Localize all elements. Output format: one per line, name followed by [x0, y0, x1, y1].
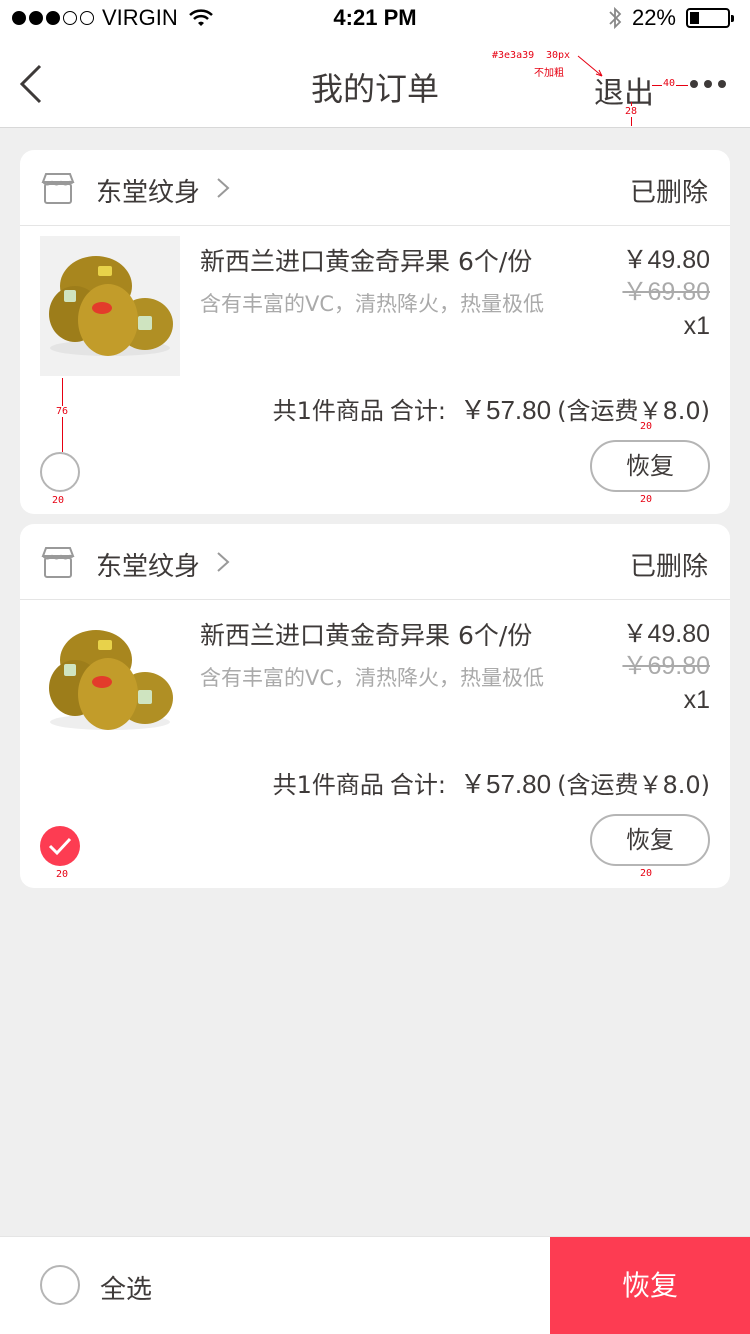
annotation-gap-20: 20 [640, 421, 653, 432]
order-status: 已删除 [629, 552, 708, 582]
annotation-gap-28: 28 [625, 106, 638, 117]
item-count: 共1件商品 [272, 397, 384, 425]
product-price: ￥49.80 [622, 246, 710, 274]
annotation-gap-20: 20 [56, 869, 69, 880]
product-description: 含有丰富的VC，清热降火，热量极低 [200, 292, 545, 316]
product-price: ￥49.80 [622, 620, 710, 648]
order-card-header[interactable]: 东堂纹身 已删除 [20, 524, 730, 600]
logout-button[interactable]: 退出 [594, 68, 654, 112]
annotation-weight: 不加粗 [534, 68, 564, 79]
product-image[interactable] [40, 610, 180, 750]
product-image[interactable] [40, 236, 180, 376]
product-quantity: x1 [683, 312, 710, 340]
restore-selected-button[interactable]: 恢复 [550, 1237, 750, 1334]
checkmark-icon [48, 837, 72, 856]
product-quantity: x1 [683, 686, 710, 714]
original-price: ￥69.80 [622, 278, 710, 306]
kiwi-image [49, 630, 173, 730]
annotation-gap-40: 40 [662, 78, 677, 89]
more-icon[interactable] [690, 80, 726, 88]
bluetooth-icon [609, 6, 622, 30]
annotation-gap-76: 76 [56, 406, 69, 417]
order-total: ￥57.80 [460, 769, 552, 799]
order-card-header[interactable]: 东堂纹身 已删除 [20, 150, 730, 226]
original-price: ￥69.80 [622, 652, 710, 680]
battery-percent: 22% [631, 5, 676, 30]
nav-bar: 我的订单 #3e3a39 30px 不加粗 退出 40 28 [0, 40, 750, 128]
item-count: 共1件商品 [272, 771, 384, 799]
product-description: 含有丰富的VC，清热降火，热量极低 [200, 666, 545, 690]
status-bar: VIRGIN 4:21 PM 22% [0, 0, 750, 40]
order-card: 东堂纹身 已删除 新西兰进口黄金奇异果 6个/份 含有丰富的VC，清热降火，热量… [20, 524, 730, 888]
order-summary: 共1件商品 合计: ￥57.80 (含运费￥8.0) [273, 764, 710, 801]
select-order-checkbox[interactable] [40, 452, 80, 492]
bottom-bar: 全选 恢复 [0, 1236, 750, 1334]
annotation-gap-20: 20 [52, 495, 65, 506]
product-name[interactable]: 新西兰进口黄金奇异果 6个/份 [200, 616, 532, 652]
annotation-gap-20: 20 [640, 868, 653, 879]
product-name[interactable]: 新西兰进口黄金奇异果 6个/份 [200, 242, 532, 278]
shipping-fee: (含运费￥8.0) [557, 771, 710, 799]
chevron-right-icon[interactable] [216, 551, 230, 573]
shop-icon [41, 173, 75, 204]
order-card: 东堂纹身 已删除 新西兰进口黄金奇异果 6个/份 含有丰富的VC，清热降火，热量… [20, 150, 730, 514]
shipping-fee: (含运费￥8.0) [557, 397, 710, 425]
annotation-color: #3e3a39 [492, 50, 535, 61]
restore-button[interactable]: 恢复 [590, 440, 710, 492]
order-total: ￥57.80 [460, 395, 552, 425]
total-label: 合计: [389, 771, 447, 799]
select-all-label[interactable]: 全选 [100, 1269, 152, 1306]
restore-button[interactable]: 恢复 [590, 814, 710, 866]
select-order-checkbox[interactable] [40, 826, 80, 866]
shop-name[interactable]: 东堂纹身 [96, 172, 200, 209]
annotation-size: 30px [546, 50, 571, 61]
shop-name[interactable]: 东堂纹身 [96, 546, 200, 583]
total-label: 合计: [389, 397, 447, 425]
kiwi-image [49, 256, 173, 356]
select-all-checkbox[interactable] [40, 1265, 80, 1305]
battery-icon [686, 8, 734, 28]
annotation-gap-20: 20 [640, 494, 653, 505]
shop-icon [41, 547, 75, 578]
order-status: 已删除 [629, 178, 708, 208]
chevron-right-icon[interactable] [216, 177, 230, 199]
